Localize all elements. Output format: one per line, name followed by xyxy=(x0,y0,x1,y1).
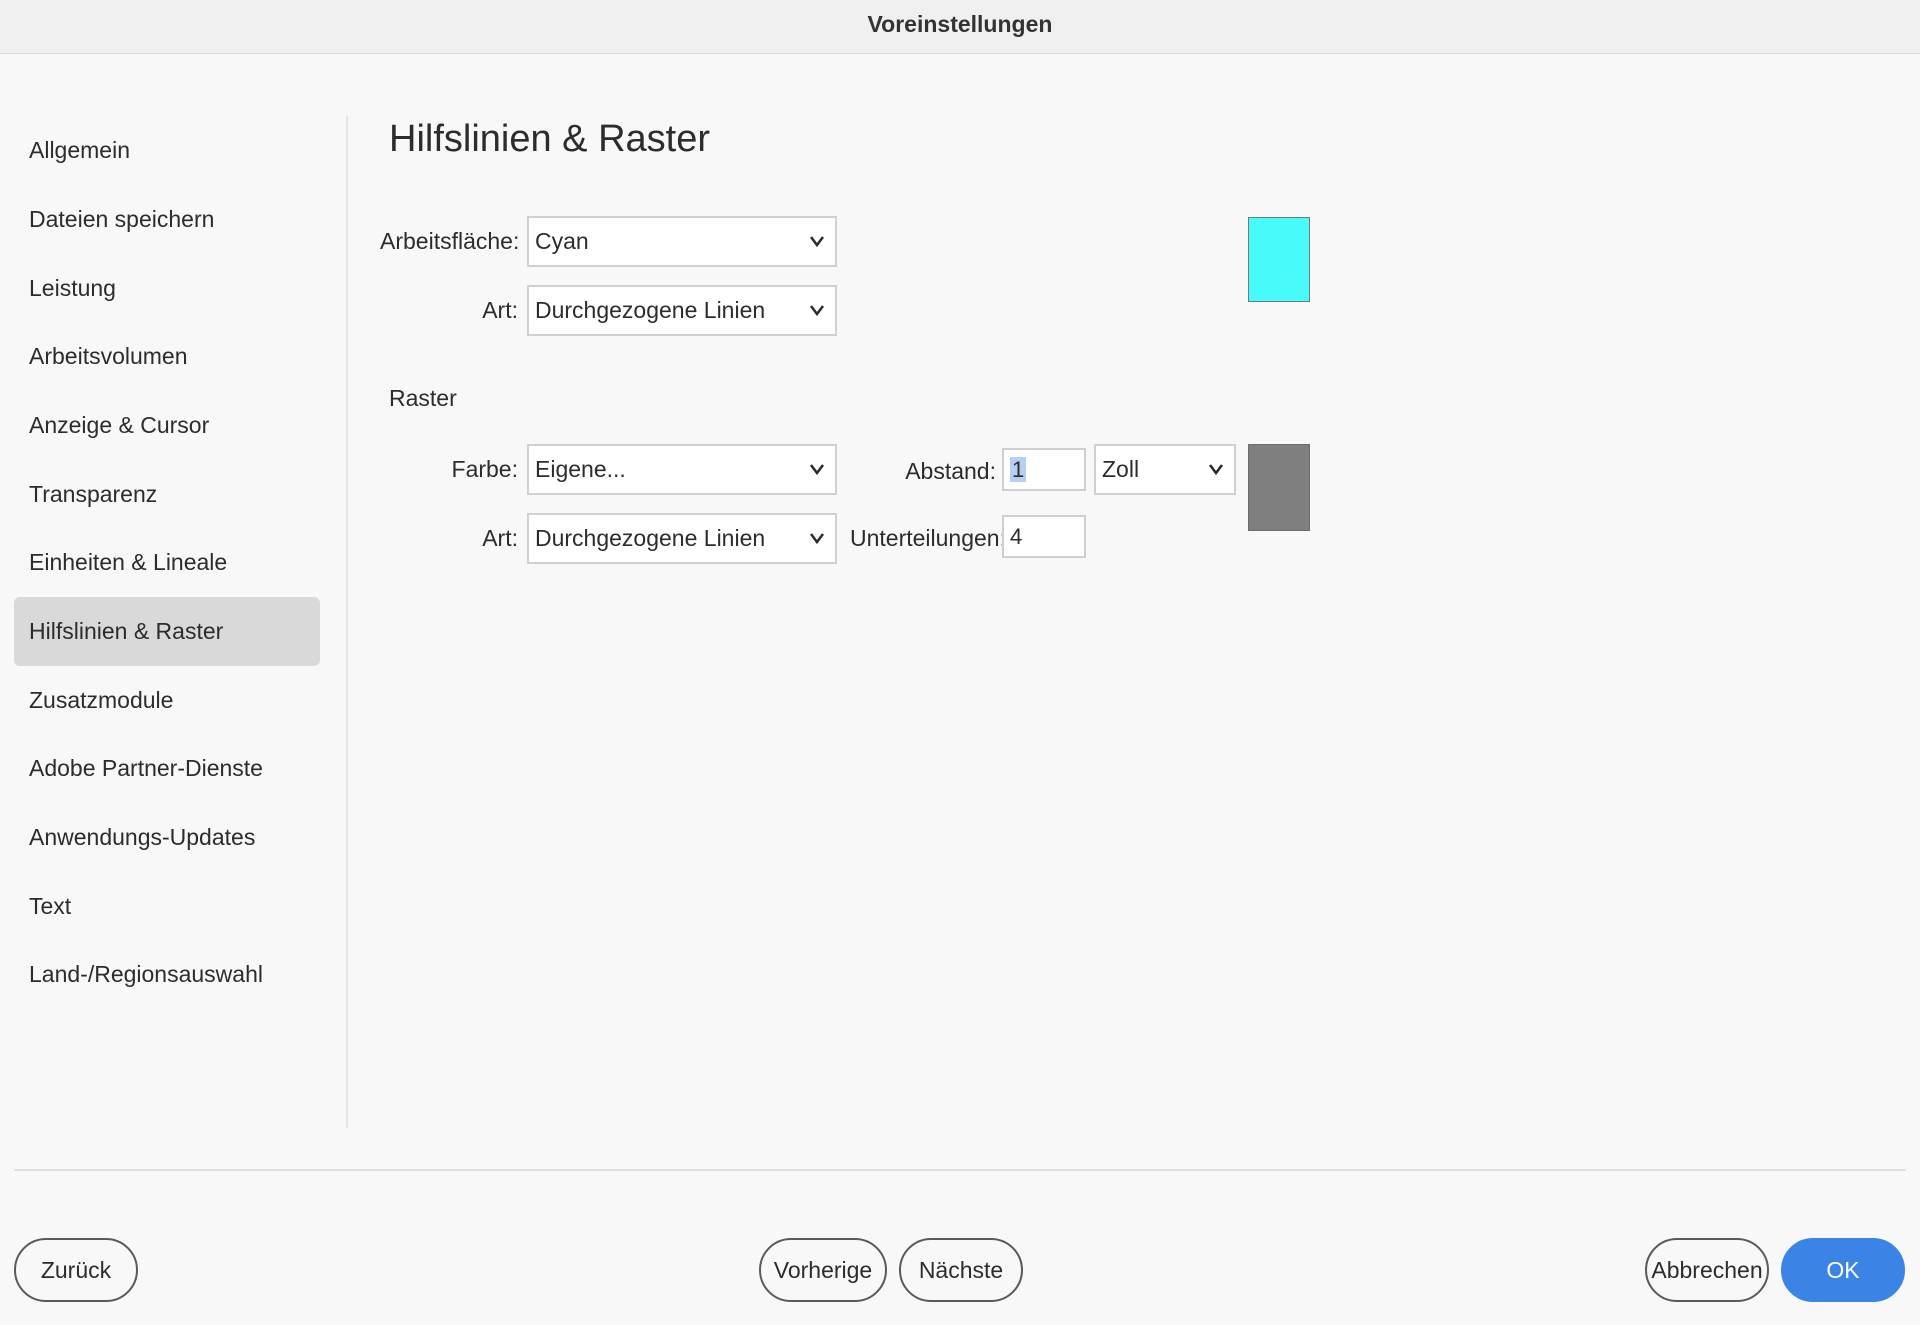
sidebar-item-transparenz[interactable]: Transparenz xyxy=(14,460,320,529)
back-button[interactable]: Zurück xyxy=(14,1238,138,1302)
guides-style-label: Art: xyxy=(482,297,518,323)
grid-unit-value: Zoll xyxy=(1102,456,1140,482)
chevron-down-icon xyxy=(810,305,824,317)
cancel-button[interactable]: Abbrechen xyxy=(1645,1238,1769,1302)
sidebar-item-allgemein[interactable]: Allgemein xyxy=(14,116,320,185)
sidebar-item-anzeige-cursor[interactable]: Anzeige & Cursor xyxy=(14,391,320,460)
grid-spacing-label: Abstand: xyxy=(905,458,996,484)
grid-spacing-value: 1 xyxy=(1010,457,1027,482)
sidebar-item-anwendungs-updates[interactable]: Anwendungs-Updates xyxy=(14,803,320,872)
ok-button[interactable]: OK xyxy=(1781,1238,1905,1302)
grid-subdivisions-value: 4 xyxy=(1010,524,1023,549)
sidebar-item-dateien-speichern[interactable]: Dateien speichern xyxy=(14,185,320,254)
sidebar-item-einheiten-lineale[interactable]: Einheiten & Lineale xyxy=(14,528,320,597)
grid-style-value: Durchgezogene Linien xyxy=(535,525,766,551)
guides-color-label: Arbeitsfläche: xyxy=(380,228,520,254)
next-button[interactable]: Nächste xyxy=(899,1238,1023,1302)
chevron-down-icon xyxy=(1209,464,1223,476)
footer-divider xyxy=(14,1169,1906,1171)
sidebar-item-arbeitsvolumen[interactable]: Arbeitsvolumen xyxy=(14,322,320,391)
sidebar-item-zusatzmodule[interactable]: Zusatzmodule xyxy=(14,666,320,735)
sidebar-divider xyxy=(346,116,348,1128)
grid-unit-select[interactable]: Zoll xyxy=(1094,444,1236,495)
chevron-down-icon xyxy=(810,533,824,545)
sidebar-item-text[interactable]: Text xyxy=(14,872,320,941)
guides-style-select[interactable]: Durchgezogene Linien xyxy=(527,285,837,336)
grid-subdivisions-input[interactable]: 4 xyxy=(1002,515,1086,558)
grid-section-label: Raster xyxy=(389,385,457,411)
sidebar-item-leistung[interactable]: Leistung xyxy=(14,254,320,323)
previous-button[interactable]: Vorherige xyxy=(759,1238,887,1302)
guides-color-value: Cyan xyxy=(535,228,589,254)
sidebar-item-land-regionsauswahl[interactable]: Land-/Regionsauswahl xyxy=(14,940,320,1009)
grid-style-label: Art: xyxy=(482,525,518,551)
guides-style-value: Durchgezogene Linien xyxy=(535,297,766,323)
grid-color-select[interactable]: Eigene... xyxy=(527,444,837,495)
grid-style-select[interactable]: Durchgezogene Linien xyxy=(527,513,837,564)
grid-color-label: Farbe: xyxy=(451,456,518,482)
grid-spacing-input[interactable]: 1 xyxy=(1002,448,1086,491)
page-title: Hilfslinien & Raster xyxy=(389,118,710,160)
window-title: Voreinstellungen xyxy=(0,0,1920,54)
chevron-down-icon xyxy=(810,236,824,248)
grid-subdivisions-label: Unterteilungen: xyxy=(850,525,1006,551)
sidebar-item-adobe-partner-dienste[interactable]: Adobe Partner-Dienste xyxy=(14,734,320,803)
sidebar-item-hilfslinien-raster[interactable]: Hilfslinien & Raster xyxy=(14,597,320,666)
grid-color-value: Eigene... xyxy=(535,456,626,482)
guides-color-select[interactable]: Cyan xyxy=(527,216,837,267)
chevron-down-icon xyxy=(810,464,824,476)
grid-color-swatch[interactable] xyxy=(1248,444,1310,531)
guides-color-swatch[interactable] xyxy=(1248,217,1310,302)
